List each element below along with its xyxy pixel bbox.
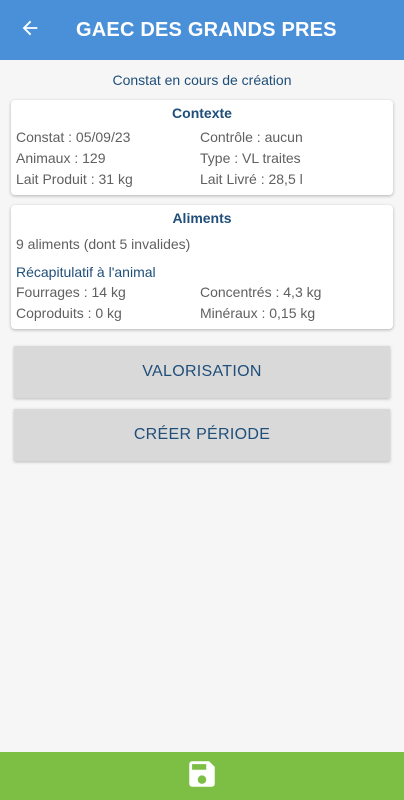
contexte-row: Animaux : 129 Type : VL traites bbox=[11, 147, 393, 168]
save-button[interactable] bbox=[178, 752, 226, 800]
fourrages-value: Fourrages : 14 kg bbox=[16, 283, 126, 300]
controle-value: Contrôle : aucun bbox=[200, 128, 303, 145]
save-icon bbox=[185, 757, 219, 796]
mineraux-value: Minéraux : 0,15 kg bbox=[200, 304, 316, 321]
back-button[interactable] bbox=[0, 0, 60, 60]
recap-row: Fourrages : 14 kg Concentrés : 4,3 kg bbox=[11, 281, 393, 302]
status-subtitle: Constat en cours de création bbox=[112, 72, 292, 88]
contexte-row: Constat : 05/09/23 Contrôle : aucun bbox=[11, 126, 393, 147]
lait-produit: Lait Produit : 31 kg bbox=[16, 170, 133, 187]
app-bar: GAEC DES GRANDS PRES bbox=[0, 0, 404, 60]
type-value: Type : VL traites bbox=[200, 149, 301, 166]
lait-livre: Lait Livré : 28,5 l bbox=[200, 170, 303, 187]
constat-date: Constat : 05/09/23 bbox=[16, 128, 131, 145]
aliments-title: Aliments bbox=[172, 210, 232, 226]
recap-title: Récapitulatif à l'animal bbox=[16, 264, 156, 280]
contexte-title: Contexte bbox=[172, 105, 232, 121]
aliments-card: Aliments 9 aliments (dont 5 invalides) R… bbox=[11, 205, 393, 329]
contexte-row: Lait Produit : 31 kg Lait Livré : 28,5 l bbox=[11, 168, 393, 189]
contexte-card: Contexte Constat : 05/09/23 Contrôle : a… bbox=[11, 100, 393, 195]
recap-row: Coproduits : 0 kg Minéraux : 0,15 kg bbox=[11, 302, 393, 323]
arrow-left-icon bbox=[19, 17, 41, 44]
valorisation-button[interactable]: VALORISATION bbox=[14, 346, 390, 398]
creer-periode-button[interactable]: CRÉER PÉRIODE bbox=[14, 409, 390, 461]
animaux-count: Animaux : 129 bbox=[16, 149, 106, 166]
concentres-value: Concentrés : 4,3 kg bbox=[200, 283, 322, 300]
bottom-bar bbox=[0, 752, 404, 800]
aliments-summary: 9 aliments (dont 5 invalides) bbox=[16, 236, 191, 252]
coproduits-value: Coproduits : 0 kg bbox=[16, 304, 122, 321]
page-title: GAEC DES GRANDS PRES bbox=[76, 18, 337, 41]
